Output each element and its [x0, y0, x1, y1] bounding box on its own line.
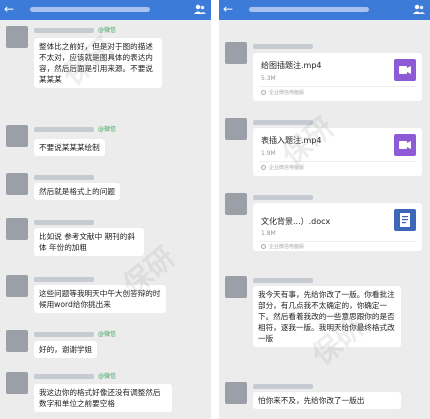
- sender-name-blurred: [253, 120, 313, 125]
- back-arrow-icon[interactable]: ←: [223, 2, 233, 17]
- avatar[interactable]: [225, 276, 247, 298]
- avatar[interactable]: [6, 275, 28, 297]
- sender-name-blurred: [34, 332, 94, 337]
- avatar[interactable]: [225, 193, 247, 215]
- divider: [259, 86, 416, 87]
- avatar[interactable]: [6, 173, 28, 195]
- avatar[interactable]: [6, 372, 28, 394]
- message-bubble[interactable]: 好的，谢谢学姐: [34, 341, 98, 358]
- chat-header: ←: [219, 0, 430, 20]
- avatar[interactable]: [225, 382, 247, 404]
- message-bubble[interactable]: 比如说 参考文献中 期刊的斜体 年份的加粗: [34, 228, 144, 256]
- file-message[interactable]: 给图插题注.mp4 5.3M 企业微信电脑版: [253, 53, 422, 101]
- file-size: 5.3M: [261, 75, 276, 82]
- file-name: 文化背景...）.docx: [261, 217, 331, 226]
- sender-name-blurred: [34, 127, 94, 132]
- file-source: 企业微信电脑版: [269, 90, 305, 96]
- sender-name-blurred: [34, 374, 94, 379]
- avatar[interactable]: [6, 218, 28, 240]
- message-bubble[interactable]: 我今天有事，先给你改了一版。你看批注部分，有几点我不太确定的，你确定一下。然后看…: [253, 286, 401, 347]
- chat-header: ←: [0, 0, 211, 20]
- sender-name-blurred: [253, 195, 313, 200]
- file-source: 企业微信电脑版: [269, 165, 305, 171]
- message-bubble[interactable]: 不要说某某某绘制: [34, 139, 105, 156]
- source-icon: [261, 244, 266, 249]
- sender-name-blurred: [34, 175, 94, 180]
- video-file-icon: [394, 134, 416, 156]
- avatar[interactable]: [225, 118, 247, 140]
- divider: [259, 241, 416, 242]
- avatar[interactable]: [225, 42, 247, 64]
- file-name: 表插入题注.mp4: [261, 136, 322, 145]
- source-icon: [261, 90, 266, 95]
- chat-title-blurred: [30, 7, 150, 12]
- chat-title-blurred: [249, 7, 369, 12]
- divider: [259, 161, 416, 162]
- file-message[interactable]: 文化背景...）.docx 1.8M 企业微信电脑版: [253, 203, 422, 251]
- message-bubble[interactable]: 整体比之前好，但是对于图的描述不太对，应该就是图具体的表达内容，然后后面是引用来…: [34, 38, 162, 88]
- wechat-tag: @微信: [98, 331, 117, 338]
- message-bubble[interactable]: 然后就是格式上的问题: [34, 183, 120, 200]
- message-bubble[interactable]: 这些问题等我明天中午大创答辩的时候用word给你挑出来: [34, 285, 166, 313]
- right-chat-screen: ← 给图插题注.mp4 5.3M 企业微信电脑版 表插入题注.mp4 1.9M: [219, 0, 430, 419]
- video-file-icon: [394, 59, 416, 81]
- wechat-tag: @微信: [98, 126, 117, 133]
- message-bubble[interactable]: 怕你来不及，先给你改了一版出: [253, 392, 401, 409]
- file-source: 企业微信电脑版: [269, 244, 305, 250]
- sender-name-blurred: [253, 278, 313, 283]
- sender-name-blurred: [34, 28, 94, 33]
- sender-name-blurred: [253, 384, 313, 389]
- left-chat-screen: ← @微信 整体比之前好，但是对于图的描述不太对，应该就是图具体的表达内容，然后…: [0, 0, 211, 419]
- file-size: 1.9M: [261, 150, 276, 157]
- sender-name-blurred: [253, 44, 313, 49]
- message-bubble[interactable]: 我这边你的格式好像还没有调整然后数字和单位之前要空格: [34, 384, 172, 412]
- wechat-tag: @微信: [98, 27, 117, 34]
- file-size: 1.8M: [261, 230, 276, 237]
- file-name: 给图插题注.mp4: [261, 61, 322, 70]
- people-icon[interactable]: [194, 4, 206, 15]
- avatar[interactable]: [6, 330, 28, 352]
- source-icon: [261, 165, 266, 170]
- people-icon[interactable]: [413, 4, 425, 15]
- avatar[interactable]: [6, 26, 28, 48]
- file-message[interactable]: 表插入题注.mp4 1.9M 企业微信电脑版: [253, 128, 422, 176]
- avatar[interactable]: [6, 125, 28, 147]
- sender-name-blurred: [34, 277, 94, 282]
- back-arrow-icon[interactable]: ←: [4, 2, 14, 17]
- sender-name-blurred: [34, 220, 94, 225]
- wechat-tag: @微信: [98, 373, 117, 380]
- doc-file-icon: [394, 209, 416, 231]
